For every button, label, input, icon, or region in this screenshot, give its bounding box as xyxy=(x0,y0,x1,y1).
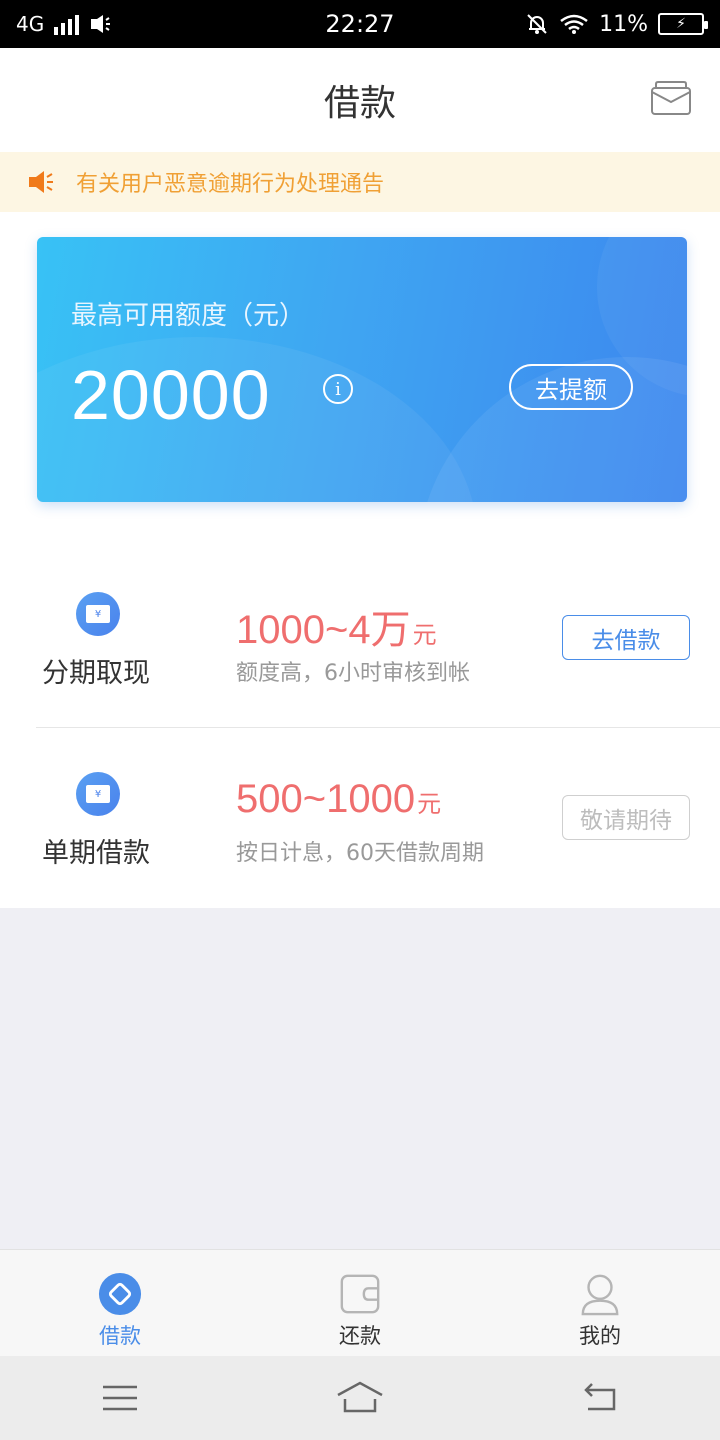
product-description: 额度高，6小时审核到帐 xyxy=(236,661,470,686)
tab-mine[interactable]: 我的 xyxy=(480,1250,720,1356)
page-title: 借款 xyxy=(323,83,396,124)
tab-label: 借款 xyxy=(99,1324,141,1348)
raise-limit-button[interactable]: 去提额 xyxy=(509,364,633,410)
alarm-off-icon xyxy=(527,14,547,34)
product-description: 按日计息，60天借款周期 xyxy=(236,841,484,866)
back-icon[interactable] xyxy=(570,1373,630,1423)
range-unit: 元 xyxy=(412,622,437,649)
product-range: 1000~4万元 xyxy=(236,597,437,655)
tab-label: 我的 xyxy=(579,1324,621,1348)
credit-limit-card: 最高可用额度（元） 20000 i 去提额 xyxy=(37,237,687,502)
wallet-icon xyxy=(340,1274,380,1314)
tab-label: 还款 xyxy=(339,1324,381,1348)
product-range: 500~1000元 xyxy=(236,777,441,822)
vibrate-icon xyxy=(91,15,111,33)
wallet-card-icon: ¥ xyxy=(76,772,120,816)
info-icon[interactable]: i xyxy=(323,374,353,404)
product-row: ¥ 分期取现 1000~4万元 额度高，6小时审核到帐 去借款 xyxy=(0,547,720,727)
wifi-icon xyxy=(560,14,588,34)
tab-borrow[interactable]: 借款 xyxy=(0,1250,240,1356)
coming-soon-button[interactable]: 敬请期待 xyxy=(562,795,690,840)
status-right: 11% ⚡ xyxy=(525,11,708,37)
speaker-icon xyxy=(29,171,53,193)
home-icon[interactable] xyxy=(330,1373,390,1423)
product-row: ¥ 单期借款 500~1000元 按日计息，60天借款周期 敬请期待 xyxy=(0,727,720,907)
header: 借款 xyxy=(0,48,720,152)
menu-icon[interactable] xyxy=(90,1373,150,1423)
range-value: 500~1000 xyxy=(236,777,416,821)
battery-percent: 11% xyxy=(599,11,648,37)
status-left: 4G xyxy=(16,12,113,36)
range-unit: 元 xyxy=(417,791,442,818)
credit-limit-label: 最高可用额度（元） xyxy=(71,301,306,331)
wallet-card-icon: ¥ xyxy=(76,592,120,636)
system-nav-bar xyxy=(0,1356,720,1440)
tab-bar: 借款 还款 我的 xyxy=(0,1249,720,1356)
notice-banner[interactable]: 有关用户恶意逾期行为处理通告 xyxy=(0,152,720,212)
status-bar: 4G 22:27 11% ⚡ xyxy=(0,0,720,48)
mail-icon[interactable] xyxy=(650,80,692,116)
network-type: 4G xyxy=(16,12,45,36)
user-icon xyxy=(581,1274,619,1316)
tab-repay[interactable]: 还款 xyxy=(240,1250,480,1356)
battery-icon: ⚡ xyxy=(658,13,708,35)
notice-text[interactable]: 有关用户恶意逾期行为处理通告 xyxy=(76,166,384,198)
diamond-icon xyxy=(98,1272,142,1316)
product-name: 分期取现 xyxy=(42,658,150,689)
range-value: 1000~4万 xyxy=(236,608,411,652)
credit-limit-amount: 20000 xyxy=(71,356,271,434)
signal-icon xyxy=(54,13,80,35)
borrow-button[interactable]: 去借款 xyxy=(562,615,690,660)
product-name: 单期借款 xyxy=(42,838,150,869)
